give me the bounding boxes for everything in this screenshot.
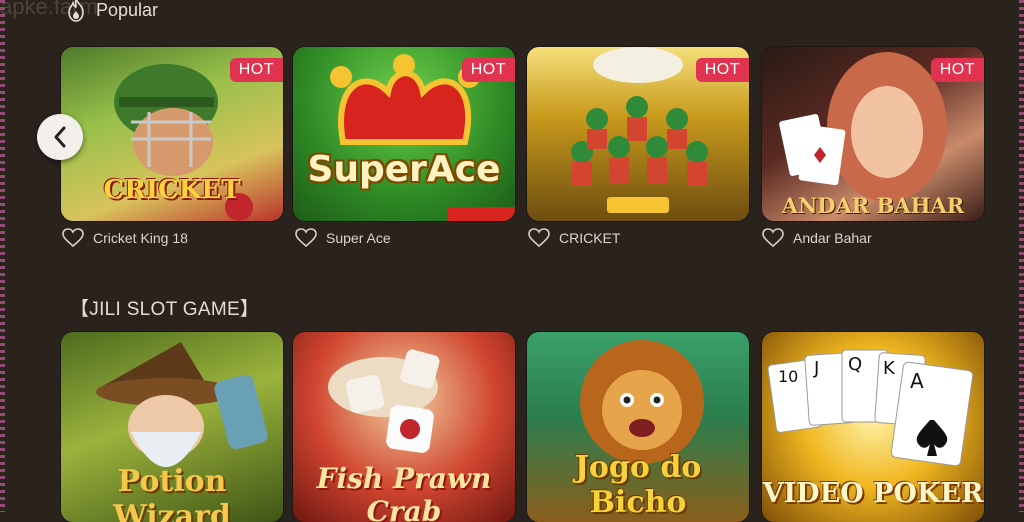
section-title-jili: 【JILI SLOT GAME】 [70,299,260,320]
game-card-cricket[interactable]: HOT [527,47,749,221]
game-name[interactable]: Cricket King 18 [93,230,188,246]
game-label-super-ace: Super Ace [295,228,391,248]
svg-text:K: K [883,358,896,379]
fire-icon [68,0,84,22]
game-art-title: CRICKET [103,175,241,205]
game-art-title: SuperAce [307,149,501,190]
left-border [0,0,5,512]
heart-icon[interactable] [62,228,84,248]
popular-section-header: Popular [66,0,158,22]
game-art-title: ANDAR BAHAR [781,193,965,218]
svg-text:J: J [813,358,819,379]
svg-text:10: 10 [778,367,798,386]
game-name[interactable]: Super Ace [326,230,391,246]
game-art-title: Potion Wizard [113,464,231,522]
hot-badge: HOT [461,58,515,82]
svg-text:Q: Q [848,354,862,375]
right-border [1019,0,1024,512]
heart-icon[interactable] [295,228,317,248]
game-name[interactable]: Andar Bahar [793,230,872,246]
game-art-title: Fish Prawn Crab [316,462,492,522]
chevron-left-icon [54,126,66,148]
section-title-popular: Popular [96,0,159,20]
hot-badge: HOT [229,58,283,82]
game-name[interactable]: CRICKET [559,230,620,246]
game-card-super-ace[interactable]: HOT SuperAce [293,47,515,221]
game-label-andar-bahar: Andar Bahar [762,228,872,248]
game-card-jogo-do-bicho[interactable]: Jogo do Bicho [527,332,749,522]
game-card-andar-bahar[interactable]: HOT ANDAR BAHAR [762,47,984,221]
game-label-cricket-king-18: Cricket King 18 [62,228,188,248]
game-card-cricket-king-18[interactable]: HOT CRICKET [61,47,283,221]
game-label-cricket: CRICKET [528,228,620,248]
hot-badge: HOT [695,58,749,82]
game-card-potion-wizard[interactable]: Potion Wizard [61,332,283,522]
game-art-title: Jogo do Bicho [574,450,702,520]
game-card-fish-prawn-crab[interactable]: Fish Prawn Crab [293,332,515,522]
carousel-prev-button[interactable] [37,114,83,160]
jili-section-header: 【JILI SLOT GAME】 [70,294,259,321]
hot-badge: HOT [930,58,984,82]
heart-icon[interactable] [528,228,550,248]
svg-text:A: A [910,369,924,393]
game-card-video-poker[interactable]: 10 J Q K A VIDEO POKER [762,332,984,522]
game-art-title: VIDEO POKER [762,478,984,509]
heart-icon[interactable] [762,228,784,248]
